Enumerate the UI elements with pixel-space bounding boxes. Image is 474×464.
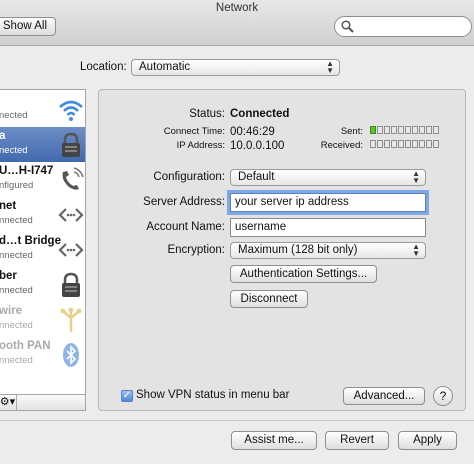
location-select[interactable]: Automatic ▲ ▼ <box>131 59 340 76</box>
sent-meter-segment <box>377 126 383 134</box>
gear-icon[interactable]: ⚙▾ <box>0 395 17 410</box>
footer-divider <box>0 420 474 421</box>
show-vpn-status-label: Show VPN status in menu bar <box>136 389 290 401</box>
sent-meter-segment <box>391 126 397 134</box>
connect-time-label: Connect Time: <box>163 126 225 137</box>
service-status: nnected <box>0 355 33 366</box>
sent-meter-segment <box>412 126 418 134</box>
bluetooth-icon <box>63 343 79 367</box>
location-value: Automatic <box>139 61 191 73</box>
received-meter-segment <box>391 140 397 148</box>
received-meter-segment <box>433 140 439 148</box>
sent-meter-segment <box>419 126 425 134</box>
connect-time-value: 00:46:29 <box>230 126 275 138</box>
sent-meter-segment <box>370 126 376 134</box>
sent-meter-segment <box>426 126 432 134</box>
sent-meter-segment <box>384 126 390 134</box>
service-status: nnected <box>0 215 33 226</box>
apply-button[interactable]: Apply <box>398 431 457 450</box>
status-value: Connected <box>230 108 290 120</box>
server-address-field[interactable]: your server ip address <box>230 193 426 212</box>
service-item-bridge[interactable]: d…t Bridge nnected <box>0 232 85 267</box>
updown-arrows-icon: ▲ ▼ <box>412 242 420 258</box>
ip-address-value: 10.0.0.100 <box>230 140 285 152</box>
service-status: nnected <box>0 320 33 331</box>
received-activity-meter <box>370 140 439 148</box>
sent-meter-segment <box>433 126 439 134</box>
lock-icon <box>62 132 80 157</box>
service-list[interactable]: nected a nected U…H-I747 nfigured net nn… <box>0 89 86 395</box>
authentication-settings-button[interactable]: Authentication Settings... <box>230 265 377 283</box>
search-icon <box>341 20 354 33</box>
encryption-label: Encryption: <box>167 244 225 256</box>
received-meter-segment <box>370 140 376 148</box>
service-name: a <box>0 130 5 142</box>
wifi-icon <box>59 100 83 121</box>
search-input[interactable] <box>334 16 472 37</box>
vpn-detail-panel: Status: Connected Connect Time: 00:46:29… <box>98 89 466 411</box>
window-toolbar: Network Show All <box>0 0 474 46</box>
received-meter-segment <box>384 140 390 148</box>
received-meter-segment <box>398 140 404 148</box>
service-name: d…t Bridge <box>0 235 61 247</box>
show-vpn-status-checkbox[interactable]: ✓ <box>121 390 133 402</box>
service-item-firewire[interactable]: wire nnected <box>0 302 85 337</box>
assist-me-button[interactable]: Assist me... <box>231 431 317 450</box>
account-name-field[interactable]: username <box>230 218 426 237</box>
service-status: nnected <box>0 250 33 261</box>
sent-activity-meter <box>370 126 439 134</box>
received-meter-segment <box>426 140 432 148</box>
help-button[interactable]: ? <box>433 386 453 406</box>
sent-label: Sent: <box>340 126 363 137</box>
configuration-value: Default <box>238 171 275 183</box>
advanced-button[interactable]: Advanced... <box>343 387 425 405</box>
updown-arrows-icon: ▲ ▼ <box>412 169 420 185</box>
service-status: nfigured <box>0 180 34 191</box>
revert-button[interactable]: Revert <box>325 431 389 450</box>
service-status: nected <box>0 110 28 121</box>
location-label: Location: <box>80 61 127 73</box>
service-item-vpn-2[interactable]: ber nnected <box>0 267 85 302</box>
configuration-select[interactable]: Default ▲ ▼ <box>230 169 426 186</box>
received-label: Received: <box>320 140 363 151</box>
ip-address-label: IP Address: <box>176 140 225 151</box>
service-list-toolbar: ⚙▾ <box>0 395 86 411</box>
service-name: ber <box>0 270 17 282</box>
lock-icon <box>62 272 80 297</box>
received-meter-segment <box>412 140 418 148</box>
service-name: net <box>0 200 17 212</box>
service-name: ooth PAN <box>0 340 51 352</box>
updown-arrows-icon: ▲ ▼ <box>326 59 334 75</box>
service-name: wire <box>0 305 23 317</box>
account-name-label: Account Name: <box>146 221 225 233</box>
encryption-select[interactable]: Maximum (128 bit only) ▲ ▼ <box>230 242 426 259</box>
window-title: Network <box>215 2 259 14</box>
received-meter-segment <box>419 140 425 148</box>
sent-meter-segment <box>398 126 404 134</box>
service-item-ethernet[interactable]: net nnected <box>0 197 85 232</box>
show-all-button[interactable]: Show All <box>0 17 56 36</box>
disconnect-button[interactable]: Disconnect <box>230 290 308 308</box>
encryption-value: Maximum (128 bit only) <box>238 244 358 256</box>
sent-meter-segment <box>405 126 411 134</box>
service-status: nected <box>0 145 28 156</box>
phone-icon <box>62 167 84 190</box>
service-item-wifi[interactable]: nected <box>0 92 85 127</box>
service-item-bluetooth[interactable]: ooth PAN nnected <box>0 337 85 372</box>
ethernet-arrows-icon <box>58 243 84 257</box>
service-item-vpn[interactable]: a nected <box>0 127 85 162</box>
service-name: U…H-I747 <box>0 165 54 177</box>
service-item-phone[interactable]: U…H-I747 nfigured <box>0 162 85 197</box>
server-address-label: Server Address: <box>143 196 225 208</box>
received-meter-segment <box>405 140 411 148</box>
firewire-icon <box>60 307 82 332</box>
status-label: Status: <box>189 108 225 120</box>
received-meter-segment <box>377 140 383 148</box>
service-status: nnected <box>0 285 33 296</box>
ethernet-arrows-icon <box>58 208 84 222</box>
configuration-label: Configuration: <box>153 171 225 183</box>
